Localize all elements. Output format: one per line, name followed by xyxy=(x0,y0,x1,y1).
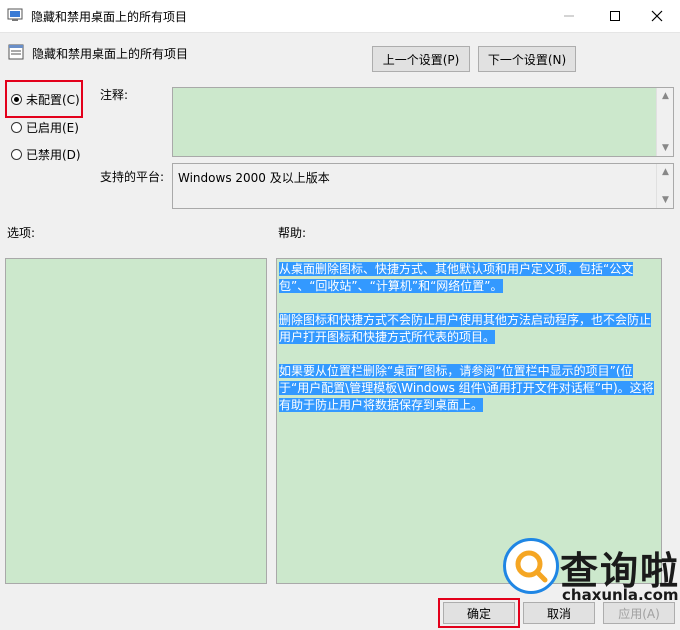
previous-setting-button[interactable]: 上一个设置(P) xyxy=(372,46,470,72)
highlight-box xyxy=(5,80,83,118)
watermark-site: chaxunla.com xyxy=(562,586,679,604)
radio-button[interactable] xyxy=(11,122,22,133)
radio-enabled[interactable]: 已启用(E) xyxy=(11,119,79,136)
minimize-button[interactable] xyxy=(546,0,592,32)
setting-title: 隐藏和禁用桌面上的所有项目 xyxy=(32,47,189,61)
help-label: 帮助: xyxy=(278,226,307,240)
window-title: 隐藏和禁用桌面上的所有项目 xyxy=(31,10,188,24)
scroll-up-icon[interactable]: ▲ xyxy=(657,164,674,180)
comment-label: 注释: xyxy=(100,88,129,102)
highlight-box xyxy=(438,598,520,628)
policy-app-icon xyxy=(7,7,25,23)
help-paragraph: 如果要从位置栏删除“桌面”图标，请参阅“位置栏中显示的项目”(位于“用户配置\管… xyxy=(279,364,654,412)
help-pane[interactable]: 从桌面删除图标、快捷方式、其他默认项和用户定义项，包括“公文包”、“回收站”、“… xyxy=(276,258,662,584)
close-button[interactable] xyxy=(634,0,680,32)
apply-button[interactable]: 应用(A) xyxy=(603,602,675,624)
help-paragraph: 从桌面删除图标、快捷方式、其他默认项和用户定义项，包括“公文包”、“回收站”、“… xyxy=(279,262,634,293)
comment-textbox[interactable]: ▲ ▼ xyxy=(172,87,674,157)
comment-scrollbar[interactable]: ▲ ▼ xyxy=(656,88,673,156)
scroll-up-icon[interactable]: ▲ xyxy=(657,88,674,104)
platform-value: Windows 2000 及以上版本 xyxy=(178,171,330,185)
radio-button[interactable] xyxy=(11,149,22,160)
scroll-down-icon[interactable]: ▼ xyxy=(657,140,674,156)
radio-disabled[interactable]: 已禁用(D) xyxy=(11,146,81,163)
options-pane xyxy=(5,258,267,584)
scroll-down-icon[interactable]: ▼ xyxy=(657,192,674,208)
next-setting-button[interactable]: 下一个设置(N) xyxy=(478,46,576,72)
radio-label: 已禁用(D) xyxy=(26,148,81,162)
watermark-logo-icon xyxy=(503,538,559,594)
platform-scrollbar[interactable]: ▲ ▼ xyxy=(656,164,673,208)
help-paragraph: 删除图标和快捷方式不会防止用户使用其他方法启动程序，也不会防止用户打开图标和快捷… xyxy=(279,313,652,344)
policy-setting-icon xyxy=(8,44,24,60)
options-label: 选项: xyxy=(7,226,36,240)
radio-label: 已启用(E) xyxy=(26,121,79,135)
maximize-button[interactable] xyxy=(592,0,638,32)
cancel-button[interactable]: 取消 xyxy=(523,602,595,624)
platform-label: 支持的平台: xyxy=(100,170,165,184)
supported-platform-box: Windows 2000 及以上版本 ▲ ▼ xyxy=(172,163,674,209)
